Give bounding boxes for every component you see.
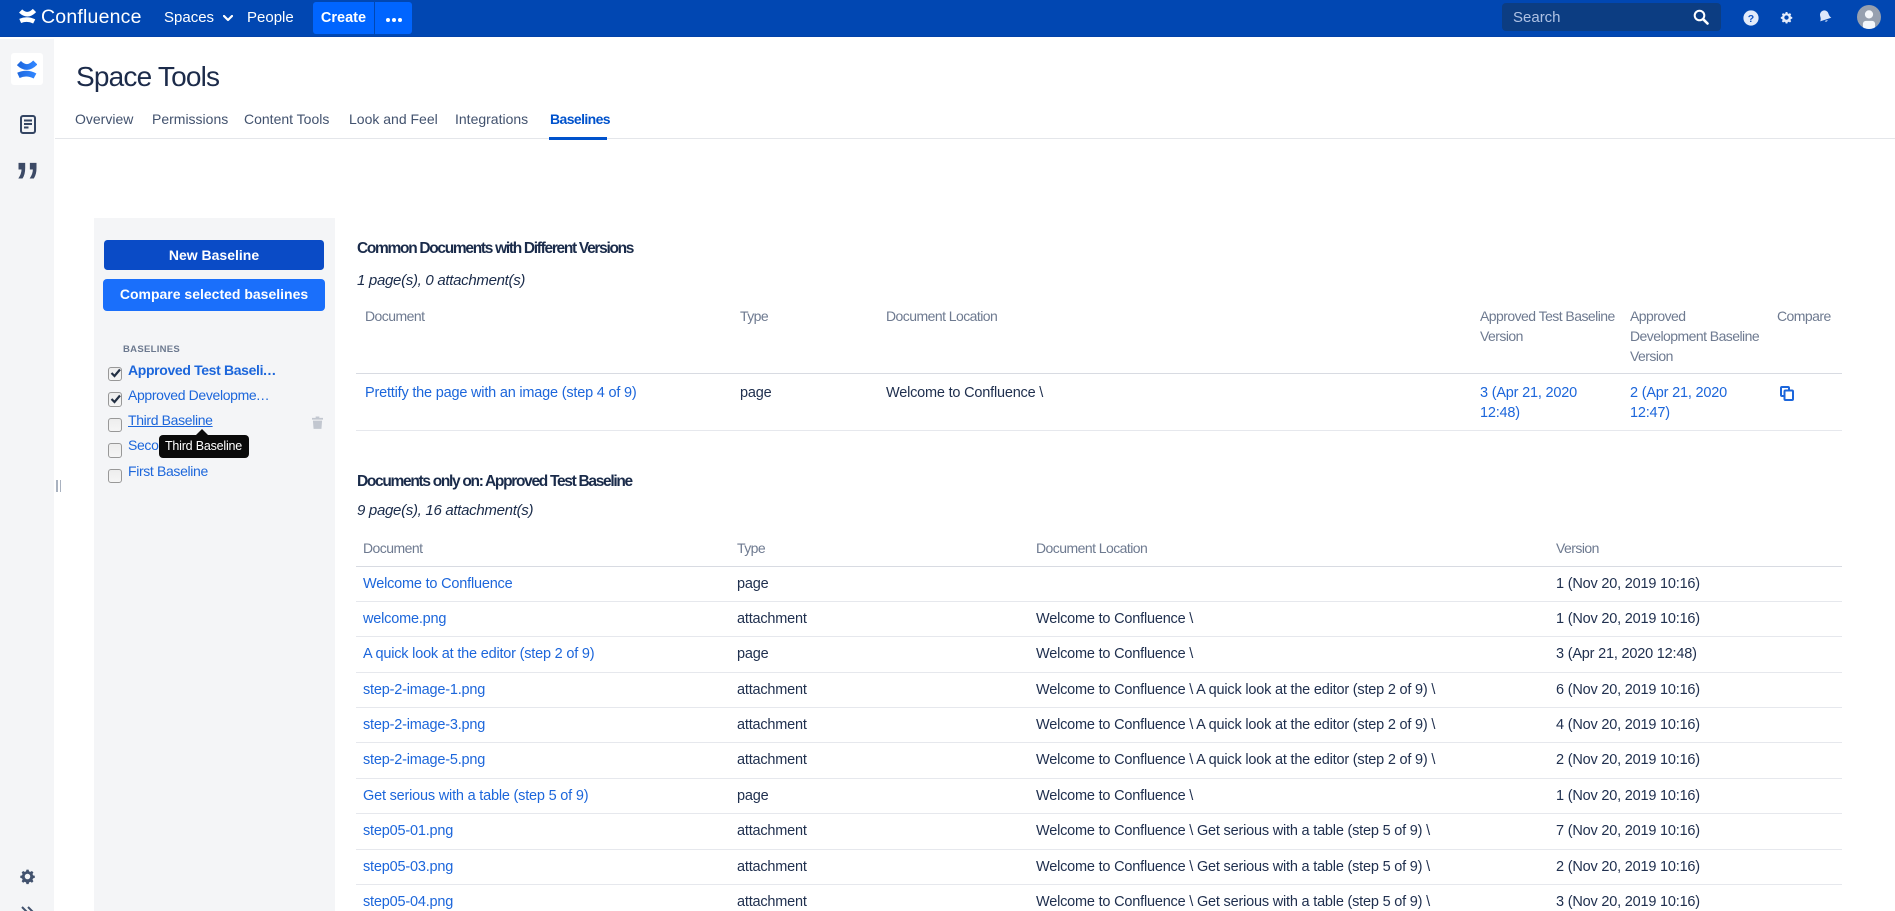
svg-text:?: ? <box>1748 13 1754 25</box>
